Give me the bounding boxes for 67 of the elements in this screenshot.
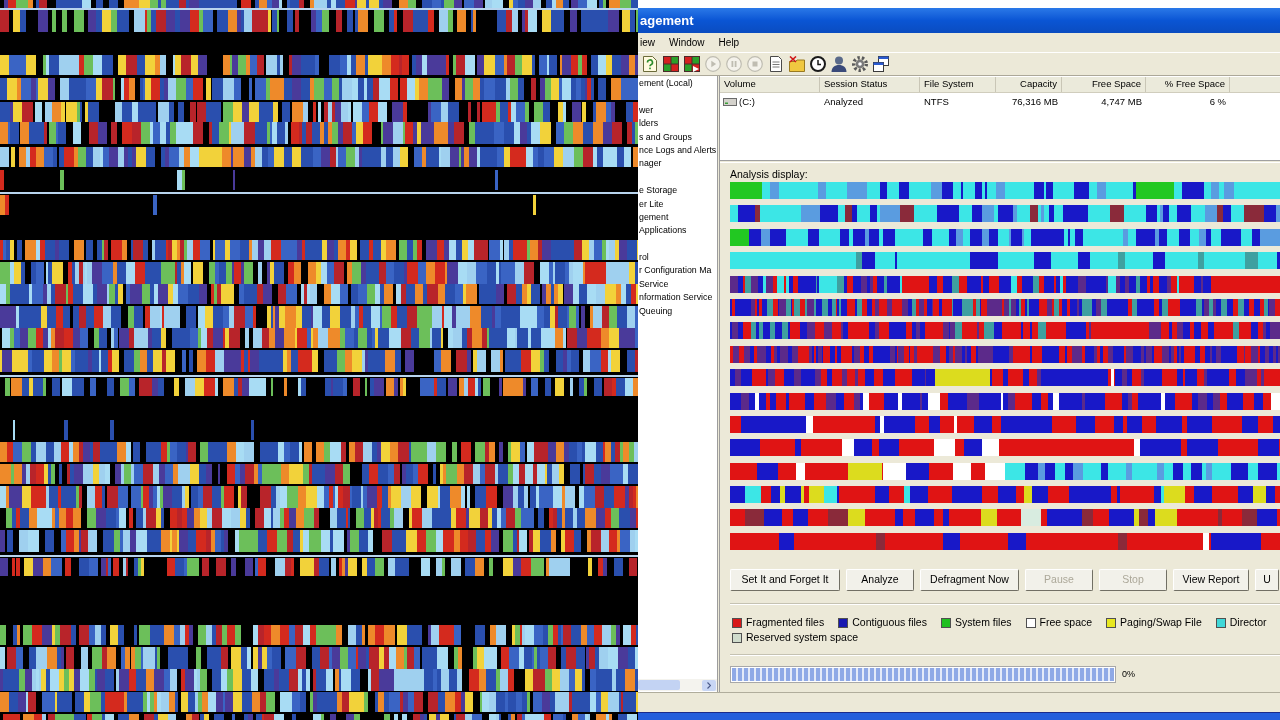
horizontal-scrollbar[interactable] [638,679,717,691]
legend-label: System files [954,615,1012,631]
analyze-button[interactable]: Analyze [846,568,914,591]
toolbar-button[interactable] [661,54,681,74]
window-title: agement [640,11,694,30]
clock-icon [810,56,826,72]
tree-item[interactable]: Service [638,277,669,292]
tree-item[interactable]: nce Logs and Alerts [638,143,717,158]
colored-blocks-icon [684,56,700,72]
schedule-button[interactable]: Set It and Forget It [730,568,840,591]
tree-item[interactable]: lders [638,117,659,131]
toolbar-button[interactable] [871,54,891,74]
person-icon [831,56,847,72]
menu-item[interactable]: Window [669,35,705,50]
legend-label: Fragmented files [746,615,825,631]
document-icon [768,56,784,72]
drive-icon [723,98,737,106]
volume-name: (C:) [739,94,755,109]
scrollbar-thumb[interactable] [638,680,680,690]
table-cell-text: 6 % [1209,94,1226,109]
scroll-right-button[interactable] [702,679,716,691]
section-label: Analysis display: [730,167,809,181]
toolbar-button[interactable] [682,54,702,74]
overlapping-windows-icon [873,56,889,72]
column-header[interactable]: Capacity [996,77,1062,92]
legend-label: Director [1229,615,1267,631]
tree-item[interactable]: Applications [638,224,687,238]
tree-item[interactable]: nformation Service [638,291,713,305]
tree-item[interactable]: wer [638,103,654,118]
play-icon [705,56,721,72]
table-cell-text: 76,316 MB [1012,94,1058,109]
view-report-button[interactable]: View Report [1173,568,1249,591]
gear-icon [852,56,868,72]
legend-label: Paging/Swap File [1120,615,1202,631]
stop-icon [747,56,763,72]
table-cell-text: 4,747 MB [1101,94,1142,109]
progress-percent: 0% [1122,667,1135,681]
tree-item[interactable]: nager [638,157,662,171]
tree-item[interactable]: rol [638,251,649,265]
column-header[interactable]: File System [920,77,996,92]
column-header[interactable]: Volume [720,77,820,92]
document-question-icon [642,56,658,72]
pause-icon [726,56,742,72]
legend-label: Contiguous files [852,615,927,631]
legend-label: Free space [1039,615,1093,631]
colored-blocks-icon [663,56,679,72]
legend-label: Reserved system space [746,630,859,646]
table-cell-text: NTFS [924,94,949,109]
column-header[interactable]: % Free Space [1146,77,1230,92]
toolbar-button[interactable] [808,54,828,74]
toolbar-button[interactable] [829,54,849,74]
defragment-button[interactable]: Defragment Now [920,568,1019,591]
menu-item[interactable]: iew [640,35,655,50]
folder-cross-icon [789,56,805,72]
tree-item[interactable]: ement (Local) [638,77,693,91]
tree-item[interactable]: gement [638,210,669,225]
tree-item[interactable]: r Configuration Ma [638,264,712,278]
column-header[interactable]: Session Status [820,77,920,92]
cut-off-button[interactable]: U [1255,568,1279,591]
tree-item[interactable]: er Lite [638,197,664,211]
chevron-right-icon [707,681,711,689]
tree-item[interactable]: s and Groups [638,130,692,144]
tree-item[interactable]: e Storage [638,184,678,198]
table-cell-text: Analyzed [824,94,864,109]
menu-item[interactable]: Help [718,35,740,50]
column-header[interactable]: Free Space [1062,77,1146,92]
tree-item[interactable]: Queuing [638,304,673,319]
